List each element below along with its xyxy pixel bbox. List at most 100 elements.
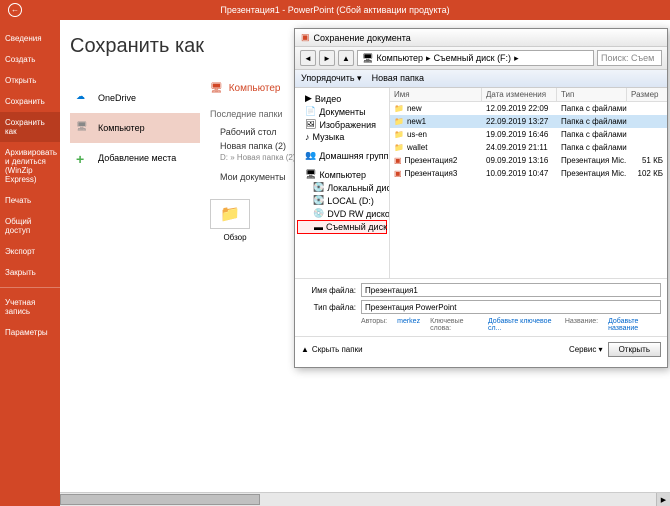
- file-row[interactable]: 📁new122.09.2019 13:27Папка с файлами: [390, 115, 667, 128]
- detail-title: Компьютер: [229, 83, 281, 94]
- location-label: Компьютер: [98, 123, 145, 133]
- scrollbar-thumb[interactable]: [60, 494, 260, 505]
- dialog-titlebar: ▣ Сохранение документа: [295, 29, 667, 47]
- horizontal-scrollbar[interactable]: ▶: [60, 492, 670, 506]
- chevron-right-icon: ▸: [514, 53, 519, 64]
- sidebar-item-new[interactable]: Создать: [0, 49, 60, 70]
- powerpoint-icon: ▣: [394, 156, 402, 165]
- computer-icon: 🖥: [210, 83, 223, 94]
- sidebar-item-save[interactable]: Сохранить: [0, 91, 60, 112]
- crumb: Компьютер: [376, 53, 423, 63]
- folder-icon: 📁: [394, 104, 404, 113]
- browse-label: Обзор: [210, 233, 260, 242]
- tree-item[interactable]: ▶Видео: [297, 92, 387, 105]
- scroll-right-icon[interactable]: ▶: [656, 493, 670, 506]
- search-input[interactable]: Поиск: Съем: [597, 50, 662, 66]
- title-value[interactable]: Добавьте название: [608, 318, 661, 332]
- filename-input[interactable]: [361, 283, 661, 297]
- file-type: Папка с файлами: [557, 103, 627, 114]
- header-name[interactable]: Имя: [390, 88, 482, 101]
- sidebar-item-export[interactable]: Экспорт: [0, 241, 60, 262]
- tree-item[interactable]: 👥Домашняя групп: [297, 149, 387, 162]
- file-size: [627, 142, 667, 153]
- plus-icon: +: [76, 151, 90, 165]
- location-add[interactable]: + Добавление места: [70, 143, 200, 173]
- tree-item[interactable]: 📄Документы: [297, 105, 387, 118]
- tree-item[interactable]: 🖥Компьютер: [297, 168, 387, 181]
- chevron-up-icon: ▲: [301, 345, 309, 354]
- folder-icon: 📁: [394, 117, 404, 126]
- sidebar-item-archive[interactable]: Архивировать и делиться (WinZip Express): [0, 142, 60, 190]
- usb-icon: ▬: [314, 222, 323, 232]
- sidebar-item-saveas[interactable]: Сохранить как: [0, 112, 60, 142]
- chevron-right-icon: ▸: [426, 53, 431, 64]
- file-size: 51 КБ: [627, 155, 667, 166]
- hide-folders-button[interactable]: ▲ Скрыть папки: [301, 345, 363, 354]
- sidebar-item-account[interactable]: Учетная запись: [0, 292, 60, 322]
- keywords-label: Ключевые слова:: [430, 318, 478, 332]
- file-row[interactable]: 📁us-en19.09.2019 16:46Папка с файлами: [390, 128, 667, 141]
- document-icon: 📄: [305, 106, 316, 117]
- keywords-value[interactable]: Добавьте ключевое сл...: [488, 318, 555, 332]
- location-label: Добавление места: [98, 153, 176, 163]
- crumb: Съемный диск (F:): [434, 53, 512, 63]
- browse-button[interactable]: 📁 Обзор: [210, 199, 260, 242]
- titlebar-text: Презентация1 - PowerPoint (Сбой активаци…: [220, 5, 449, 15]
- file-row[interactable]: ▣Презентация310.09.2019 10:47Презентация…: [390, 167, 667, 180]
- filetype-label: Тип файла:: [301, 303, 356, 312]
- sidebar-item-options[interactable]: Параметры: [0, 322, 60, 343]
- nav-back-button[interactable]: ◄: [300, 50, 316, 66]
- backstage-sidebar: Сведения Создать Открыть Сохранить Сохра…: [0, 20, 60, 506]
- tree-item-removable[interactable]: ▬Съемный диск (: [297, 220, 387, 234]
- file-name: Презентация3: [405, 169, 458, 178]
- file-name: us-en: [407, 130, 427, 139]
- file-row[interactable]: ▣Презентация209.09.2019 13:16Презентация…: [390, 154, 667, 167]
- file-date: 19.09.2019 16:46: [482, 129, 557, 140]
- tree-item[interactable]: 🖼Изображения: [297, 118, 387, 131]
- sidebar-item-open[interactable]: Открыть: [0, 70, 60, 91]
- breadcrumb[interactable]: 🖥 Компьютер ▸ Съемный диск (F:) ▸: [357, 50, 594, 66]
- authors-label: Авторы:: [361, 318, 387, 332]
- sidebar-item-info[interactable]: Сведения: [0, 28, 60, 49]
- header-type[interactable]: Тип: [557, 88, 627, 101]
- dialog-fields: Имя файла: Тип файла: Авторы: merkez Клю…: [295, 278, 667, 336]
- sidebar-divider: [0, 287, 60, 288]
- organize-button[interactable]: Упорядочить ▾: [301, 73, 362, 84]
- file-list: Имя Дата изменения Тип Размер 📁new12.09.…: [390, 88, 667, 278]
- dialog-footer: ▲ Скрыть папки Сервис ▾ Открыть: [295, 336, 667, 362]
- tree-item[interactable]: 💽LOCAL (D:): [297, 194, 387, 207]
- sidebar-item-print[interactable]: Печать: [0, 190, 60, 211]
- computer-icon: 🖥: [362, 53, 373, 64]
- save-dialog: ▣ Сохранение документа ◄ ► ▲ 🖥 Компьютер…: [294, 28, 668, 368]
- dialog-navbar: ◄ ► ▲ 🖥 Компьютер ▸ Съемный диск (F:) ▸ …: [295, 47, 667, 70]
- authors-value[interactable]: merkez: [397, 318, 420, 332]
- tree-item[interactable]: ♪Музыка: [297, 131, 387, 143]
- back-icon[interactable]: ←: [8, 3, 22, 17]
- dialog-title: Сохранение документа: [314, 33, 411, 43]
- file-name: Презентация2: [405, 156, 458, 165]
- file-row[interactable]: 📁wallet24.09.2019 21:11Папка с файлами: [390, 141, 667, 154]
- service-button[interactable]: Сервис ▾: [569, 345, 603, 354]
- header-date[interactable]: Дата изменения: [482, 88, 557, 101]
- folder-icon: 📁: [210, 199, 250, 229]
- nav-fwd-button[interactable]: ►: [319, 50, 335, 66]
- file-type: Папка с файлами: [557, 129, 627, 140]
- dvd-icon: 💿: [313, 208, 324, 219]
- tree-item[interactable]: 💿DVD RW дисково: [297, 207, 387, 220]
- disk-icon: 💽: [313, 182, 324, 193]
- file-row[interactable]: 📁new12.09.2019 22:09Папка с файлами: [390, 102, 667, 115]
- file-size: [627, 129, 667, 140]
- filetype-input[interactable]: [361, 300, 661, 314]
- file-name: new1: [407, 117, 426, 126]
- file-type: Папка с файлами: [557, 116, 627, 127]
- location-onedrive[interactable]: ☁ OneDrive: [70, 83, 200, 113]
- header-size[interactable]: Размер: [627, 88, 667, 101]
- nav-up-button[interactable]: ▲: [338, 50, 354, 66]
- new-folder-button[interactable]: Новая папка: [372, 73, 424, 84]
- sidebar-item-close[interactable]: Закрыть: [0, 262, 60, 283]
- tree-item[interactable]: 💽Локальный диск: [297, 181, 387, 194]
- sidebar-item-share[interactable]: Общий доступ: [0, 211, 60, 241]
- location-computer[interactable]: 🖥 Компьютер: [70, 113, 200, 143]
- file-date: 12.09.2019 22:09: [482, 103, 557, 114]
- open-button[interactable]: Открыть: [608, 342, 661, 357]
